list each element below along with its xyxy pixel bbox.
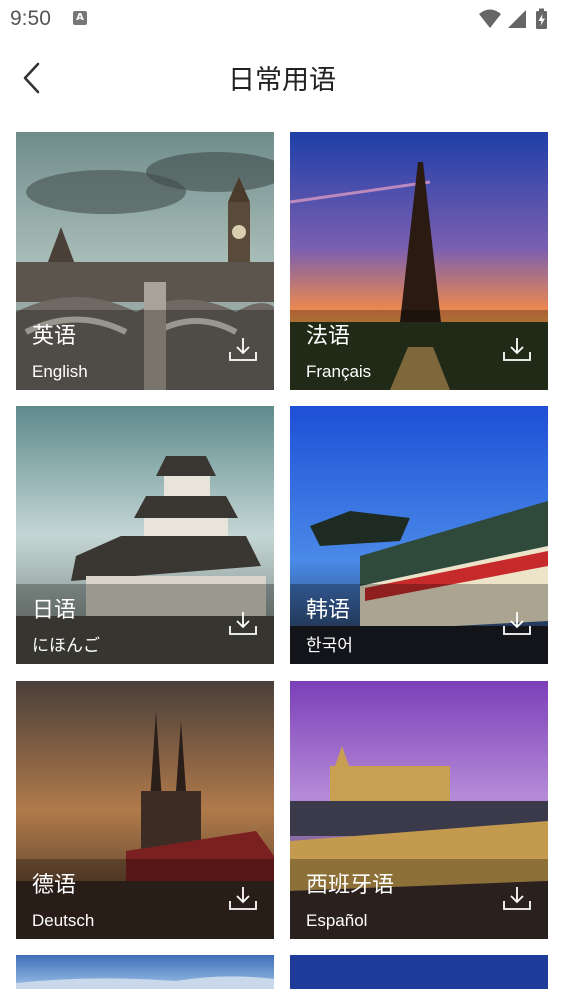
card-title-native: Español bbox=[306, 911, 368, 930]
card-title-cn: 韩语 bbox=[306, 598, 351, 623]
card-title-native: English bbox=[32, 362, 88, 381]
card-title-cn: 英语 bbox=[32, 324, 77, 349]
signal-icon bbox=[508, 10, 526, 28]
status-time: 9:50 bbox=[10, 7, 51, 30]
download-icon[interactable] bbox=[502, 610, 532, 636]
card-title-cn: 法语 bbox=[306, 324, 351, 349]
notification-a-icon: A bbox=[73, 11, 87, 25]
status-bar: 9:50 A bbox=[0, 0, 564, 40]
partial-card-image bbox=[16, 955, 274, 989]
wifi-icon bbox=[479, 9, 501, 28]
card-partial-left[interactable] bbox=[16, 955, 274, 989]
card-partial-right[interactable] bbox=[290, 955, 548, 989]
card-japanese[interactable]: 日语 にほんご bbox=[16, 406, 274, 664]
app-bar: 日常用语 bbox=[0, 40, 564, 116]
page-title: 日常用语 bbox=[228, 65, 336, 96]
card-title-native: Deutsch bbox=[32, 911, 95, 930]
card-title-cn: 西班牙语 bbox=[306, 873, 395, 898]
status-icons bbox=[478, 8, 554, 30]
download-icon[interactable] bbox=[228, 610, 258, 636]
card-title-cn: 德语 bbox=[32, 873, 77, 898]
card-title-native: にほんご bbox=[32, 636, 100, 655]
download-icon[interactable] bbox=[502, 885, 532, 911]
card-german[interactable]: 德语 Deutsch bbox=[16, 681, 274, 939]
card-english[interactable]: 英语 English bbox=[16, 132, 274, 390]
download-icon[interactable] bbox=[502, 336, 532, 362]
card-title-native: 한국어 bbox=[306, 636, 353, 655]
card-title-cn: 日语 bbox=[32, 598, 77, 623]
card-title-native: Français bbox=[306, 362, 372, 381]
partial-card-image bbox=[290, 955, 548, 989]
card-spanish[interactable]: 西班牙语 Español bbox=[290, 681, 548, 939]
download-icon[interactable] bbox=[228, 336, 258, 362]
download-icon[interactable] bbox=[228, 885, 258, 911]
card-french[interactable]: 法语 Français bbox=[290, 132, 548, 390]
battery-charging-icon bbox=[536, 8, 547, 29]
card-korean[interactable]: 韩语 한국어 bbox=[290, 406, 548, 664]
